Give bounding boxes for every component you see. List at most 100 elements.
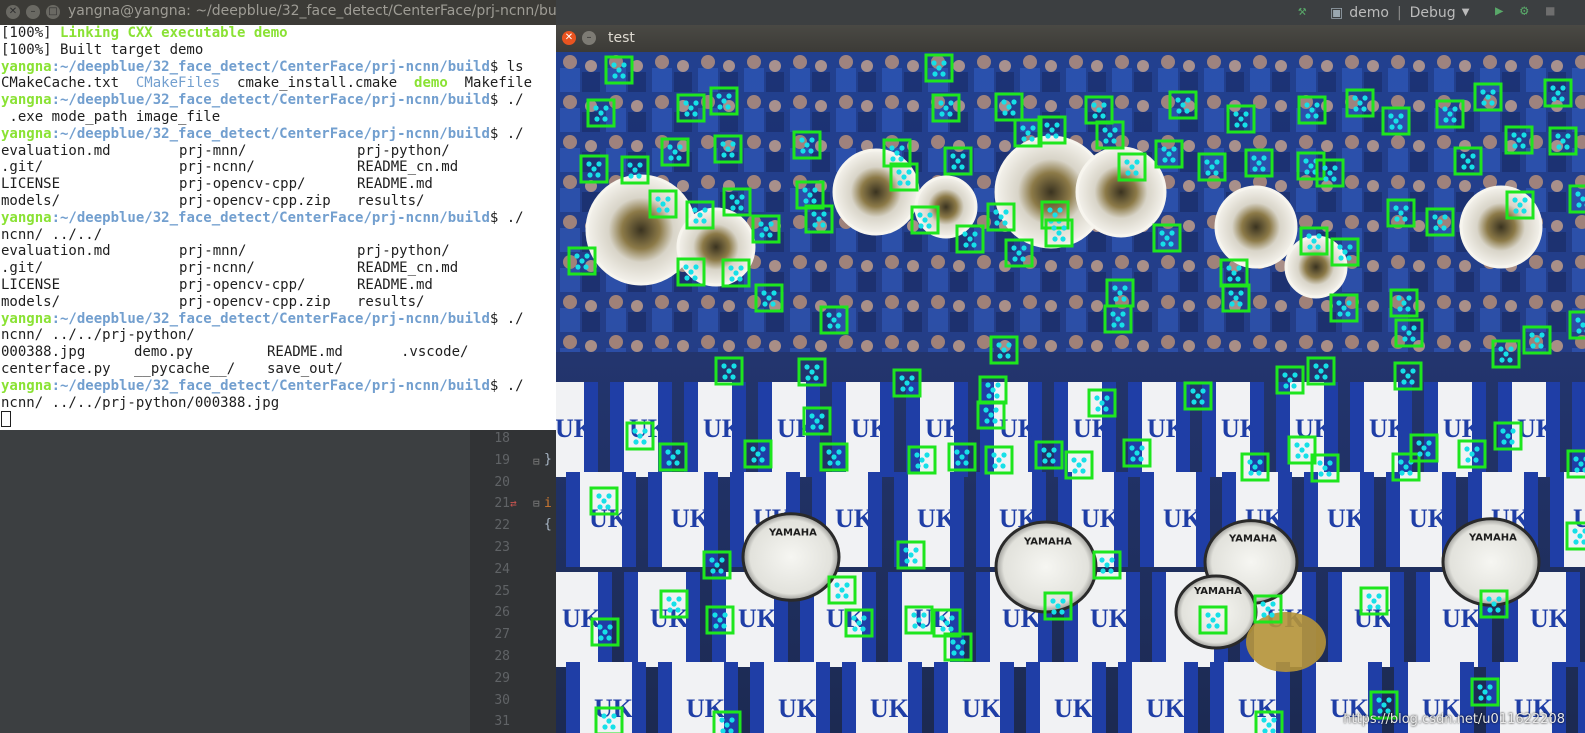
face-landmark	[1176, 108, 1182, 114]
face-landmark	[988, 412, 994, 418]
terminal-window[interactable]: ✕ – □ yangna@yangna: ~/deepblue/32_face_…	[0, 0, 556, 430]
face-landmark	[1175, 97, 1181, 103]
face-landmark	[730, 374, 736, 380]
face-landmark	[1081, 457, 1087, 463]
face-landmark	[587, 172, 593, 178]
sousaphone-bell	[1459, 185, 1543, 269]
face-landmark	[1121, 296, 1127, 302]
face-landmark	[755, 451, 761, 457]
uk-logo: UK	[1146, 694, 1186, 723]
file-entry: Makefile	[464, 75, 533, 92]
face-landmark	[606, 635, 612, 641]
terminal-line: .git/prj-ncnn/README_cn.md	[1, 159, 556, 176]
face-landmark	[1006, 104, 1012, 110]
face-landmark	[713, 623, 719, 629]
prompt-user: yangna	[1, 58, 52, 75]
file-entry: results/	[357, 293, 425, 310]
face-landmark	[1266, 722, 1272, 728]
image-viewer-window[interactable]: ✕ – test UK UK UK UK UK UK UK UK UK UK U…	[556, 25, 1585, 733]
face-landmark	[940, 71, 946, 77]
uniform-side	[1026, 662, 1040, 733]
file-entry: save_out/	[267, 360, 343, 377]
terminal-line: ncnn/ ../../	[1, 227, 556, 244]
face-landmark	[998, 214, 1004, 220]
face-landmark	[721, 98, 727, 104]
hammer-build-icon[interactable]: ⚒	[1298, 3, 1306, 19]
face-landmark	[1375, 604, 1381, 610]
face-landmark	[586, 161, 592, 167]
face-landmark	[751, 457, 757, 463]
face-landmark	[1405, 373, 1411, 379]
debug-icon[interactable]: ⚙	[1520, 3, 1528, 19]
face-landmark	[1003, 209, 1009, 215]
face-landmark	[1111, 138, 1117, 144]
uk-logo: UK	[1517, 414, 1557, 443]
face-landmark	[730, 141, 736, 147]
minimize-icon[interactable]: –	[26, 5, 40, 19]
override-marker-icon[interactable]: ⇄	[510, 497, 517, 510]
face-landmark	[1206, 623, 1212, 629]
face-landmark	[899, 145, 905, 151]
face-landmark	[1397, 306, 1403, 312]
face-landmark	[1402, 336, 1408, 342]
face-landmark	[725, 146, 731, 152]
face-landmark	[1495, 607, 1501, 613]
face-landmark	[1180, 102, 1186, 108]
face-landmark	[1099, 400, 1105, 406]
close-icon[interactable]: ✕	[6, 5, 20, 19]
face-landmark	[692, 111, 698, 117]
face-landmark	[827, 323, 833, 329]
face-landmark	[1366, 593, 1372, 599]
stop-icon[interactable]: ■	[1546, 3, 1554, 19]
face-landmark	[1416, 440, 1422, 446]
face-landmark	[762, 301, 768, 307]
line-number: 29	[494, 670, 510, 686]
face-landmark	[1002, 110, 1008, 116]
face-landmark	[809, 413, 815, 419]
maximize-icon[interactable]: □	[46, 5, 60, 19]
prompt-command: $ ls	[489, 58, 524, 75]
face-landmark	[1238, 116, 1244, 122]
face-landmark	[819, 413, 825, 419]
face-landmark	[986, 393, 992, 399]
face-landmark	[726, 368, 732, 374]
face-landmark	[627, 162, 633, 168]
face-landmark	[636, 173, 642, 179]
prompt-path: :~/deepblue/32_face_detect/CenterFace/pr…	[51, 125, 490, 142]
face-landmark	[719, 557, 725, 563]
face-landmark	[1398, 210, 1404, 216]
face-landmark	[759, 232, 765, 238]
fold-marker-icon[interactable]: ⊟	[533, 497, 540, 510]
face-landmark	[1041, 447, 1047, 453]
face-landmark	[1510, 428, 1516, 434]
file-entry: prj-opencv-cpp.zip	[179, 293, 331, 310]
file-entry: LICENSE	[1, 176, 61, 193]
face-landmark	[1306, 233, 1312, 239]
face-landmark	[1465, 158, 1471, 164]
terminal-output[interactable]: [100%] Linking CXX executable demo [100%]…	[0, 25, 556, 430]
face-landmark	[1512, 197, 1518, 203]
file-entry: prj-python/	[357, 243, 450, 260]
face-landmark	[1474, 446, 1480, 452]
face-landmark	[725, 104, 731, 110]
face-landmark	[1287, 377, 1293, 383]
face-landmark	[1362, 95, 1368, 101]
face-landmark	[655, 196, 661, 202]
uk-logo: UK	[870, 694, 910, 723]
face-landmark	[1313, 363, 1319, 369]
prompt-path: :~/deepblue/32_face_detect/CenterFace/pr…	[51, 310, 490, 327]
minimize-icon[interactable]: –	[582, 31, 596, 45]
run-configuration-selector[interactable]: ▣ demo | Debug ▼	[1330, 3, 1469, 22]
line-number: 22	[494, 518, 510, 534]
face-landmark	[1345, 311, 1351, 317]
close-icon[interactable]: ✕	[562, 31, 576, 45]
face-landmark	[637, 162, 643, 168]
uniform-side	[908, 662, 922, 733]
face-landmark	[971, 242, 977, 248]
run-icon[interactable]: ▶	[1495, 3, 1503, 19]
prompt-path: :~/deepblue/32_face_detect/CenterFace/pr…	[51, 58, 490, 75]
face-landmark	[596, 493, 602, 499]
face-landmark	[1171, 146, 1177, 152]
fold-marker-icon[interactable]: ⊟	[533, 455, 540, 468]
face-landmark	[1242, 122, 1248, 128]
